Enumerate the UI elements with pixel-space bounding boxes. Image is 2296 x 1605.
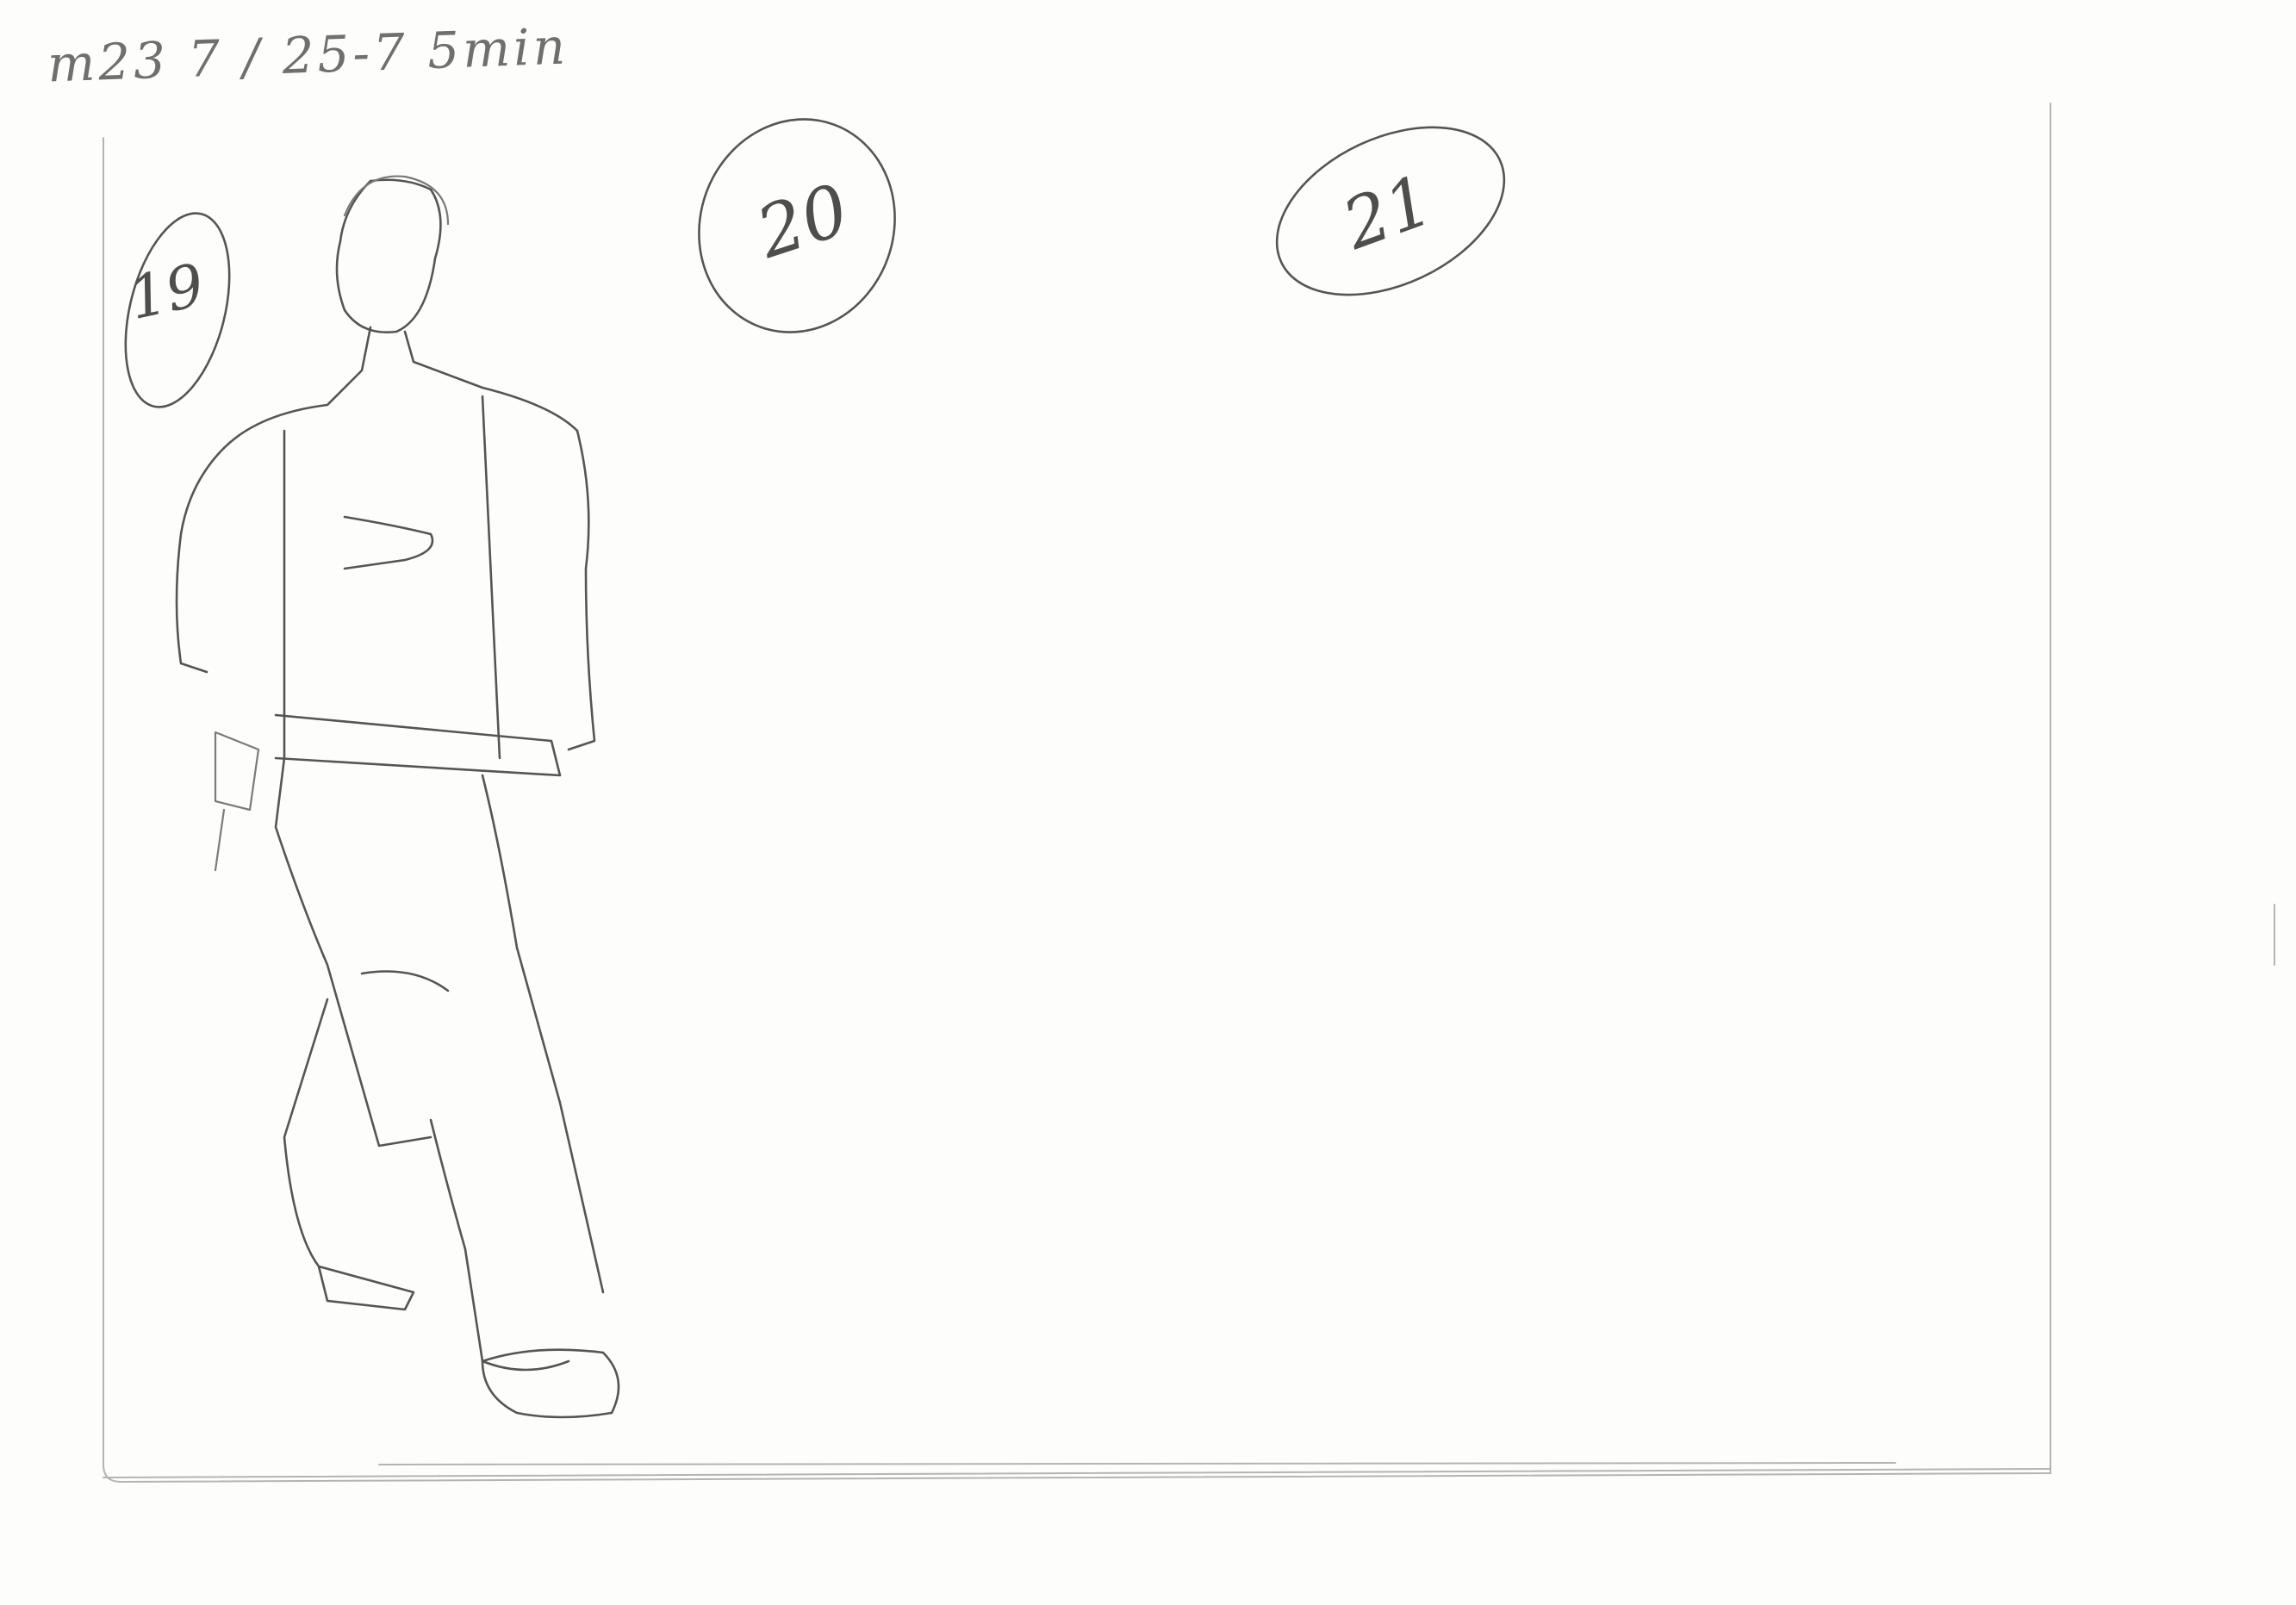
figure-19-sketch [175,175,620,1419]
bleed-through-lines [103,103,2275,1484]
pencil-drawing [103,103,2275,1484]
sketch-sheet: m23 7 / 25-7 5min 19 20 21 [0,0,2296,1605]
